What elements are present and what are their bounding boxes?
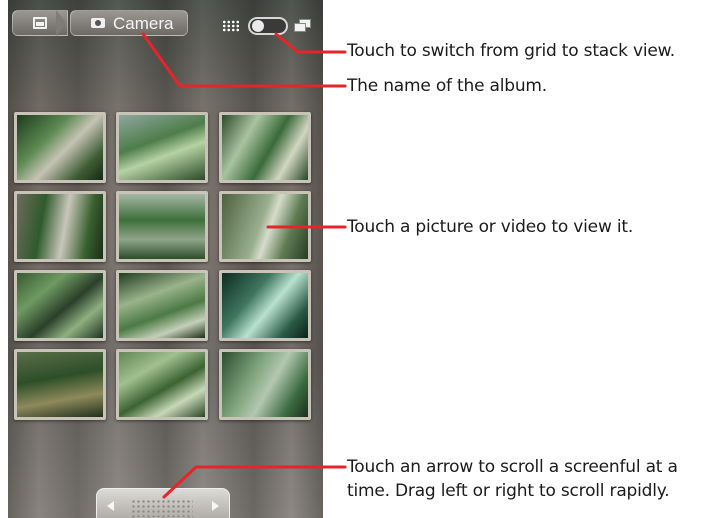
right-arrow-icon[interactable] xyxy=(212,501,219,511)
annotation-view-item: Touch a picture or video to view it. xyxy=(347,217,634,237)
left-arrow-icon[interactable] xyxy=(107,501,114,511)
thumbnail[interactable] xyxy=(219,270,311,341)
grid-icon xyxy=(222,20,240,32)
scroll-control[interactable] xyxy=(96,488,230,518)
thumbnail[interactable] xyxy=(116,349,208,420)
thumbnail[interactable] xyxy=(14,270,106,341)
stack-icon xyxy=(294,19,312,33)
album-name: Camera xyxy=(113,14,174,33)
annotation-album-name: The name of the album. xyxy=(347,76,547,96)
thumbnail[interactable] xyxy=(219,349,311,420)
thumbnail[interactable] xyxy=(219,112,311,183)
thumbnail[interactable] xyxy=(14,349,106,420)
thumbnail[interactable] xyxy=(116,191,208,262)
annotation-switch-view: Touch to switch from grid to stack view. xyxy=(347,41,675,61)
album-breadcrumb[interactable]: Camera xyxy=(70,10,188,36)
breadcrumb-separator-icon xyxy=(56,10,66,36)
scroll-handle[interactable] xyxy=(131,499,193,517)
grid-stack-toggle[interactable] xyxy=(248,17,288,35)
annotation-scroll-line1: Touch an arrow to scroll a screenful at … xyxy=(347,457,678,477)
toggle-knob xyxy=(252,20,264,32)
thumbnail[interactable] xyxy=(14,191,106,262)
gallery-screen: Camera xyxy=(8,0,323,518)
camera-icon xyxy=(91,18,105,28)
thumbnail[interactable] xyxy=(116,270,208,341)
thumbnail[interactable] xyxy=(116,112,208,183)
picture-icon xyxy=(33,17,47,29)
top-bar: Camera xyxy=(8,0,323,40)
annotation-scroll-line2: time. Drag left or right to scroll rapid… xyxy=(347,481,670,501)
thumbnail[interactable] xyxy=(14,112,106,183)
thumbnail[interactable] xyxy=(219,191,311,262)
